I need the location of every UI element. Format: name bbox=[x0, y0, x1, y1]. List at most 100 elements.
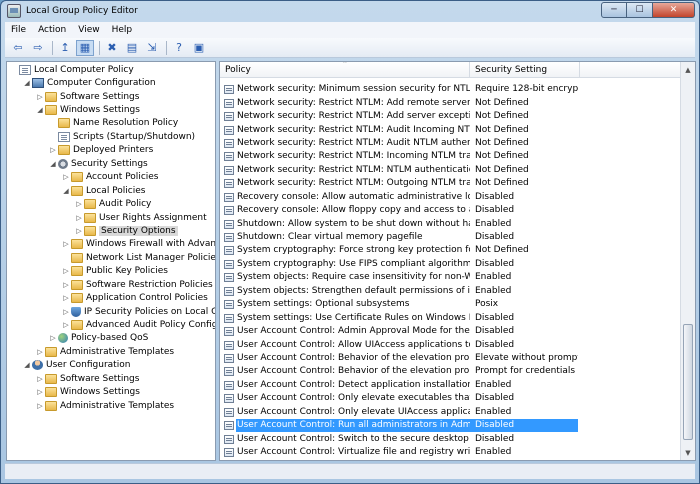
menu-help[interactable]: Help bbox=[106, 25, 139, 35]
view-icon[interactable]: ▣ bbox=[190, 40, 208, 56]
help-icon[interactable]: ? bbox=[170, 40, 188, 56]
tree-item[interactable]: ◢ Computer Configuration bbox=[7, 76, 215, 89]
tree-expander-icon[interactable]: ▷ bbox=[74, 227, 84, 235]
policy-row[interactable]: User Account Control: Switch to the secu… bbox=[220, 432, 680, 445]
policy-row[interactable]: System settings: Optional subsystems Posi… bbox=[220, 298, 680, 311]
policy-row[interactable]: Network security: Minimum session securi… bbox=[220, 83, 680, 96]
policy-row[interactable]: User Account Control: Only elevate UIAcc… bbox=[220, 406, 680, 419]
tree-expander-icon[interactable]: ▷ bbox=[61, 308, 71, 316]
tree-expander-icon[interactable]: ▷ bbox=[35, 93, 45, 101]
scroll-up-arrow[interactable]: ▲ bbox=[681, 62, 695, 77]
maximize-button[interactable]: ☐ bbox=[627, 2, 653, 18]
tree-expander-icon[interactable]: ◢ bbox=[61, 187, 71, 195]
tree-expander-icon[interactable]: ◢ bbox=[48, 160, 58, 168]
vertical-scrollbar[interactable]: ▲ ▼ bbox=[680, 62, 695, 460]
policy-row[interactable]: System objects: Require case insensitivi… bbox=[220, 271, 680, 284]
policy-row[interactable]: Network security: Restrict NTLM: Incomin… bbox=[220, 150, 680, 163]
policy-row[interactable]: User Account Control: Only elevate execu… bbox=[220, 392, 680, 405]
tree-item[interactable]: ◢ User Configuration bbox=[7, 359, 215, 372]
navigation-tree[interactable]: Local Computer Policy ◢ Computer Configura… bbox=[6, 61, 216, 461]
tree-item[interactable]: ▷ Policy-based QoS bbox=[7, 332, 215, 345]
tree-item[interactable]: ▷ Windows Firewall with Advanced Se bbox=[7, 238, 215, 251]
tree-expander-icon[interactable]: ▷ bbox=[61, 240, 71, 248]
tree-expander-icon[interactable]: ▷ bbox=[61, 267, 71, 275]
tree-item[interactable]: ▷ Administrative Templates bbox=[7, 345, 215, 358]
policy-row[interactable]: User Account Control: Detect application… bbox=[220, 379, 680, 392]
tree-item[interactable]: Network List Manager Policies bbox=[7, 251, 215, 264]
tree-item[interactable]: ◢ Local Policies bbox=[7, 184, 215, 197]
policy-row[interactable]: System cryptography: Force strong key pr… bbox=[220, 244, 680, 257]
tree-item[interactable]: ▷ Application Control Policies bbox=[7, 291, 215, 304]
tree-item[interactable]: Scripts (Startup/Shutdown) bbox=[7, 130, 215, 143]
tree-expander-icon[interactable]: ▷ bbox=[35, 348, 45, 356]
scroll-down-arrow[interactable]: ▼ bbox=[681, 445, 695, 460]
tree-item[interactable]: ◢ Security Settings bbox=[7, 157, 215, 170]
tree-item[interactable]: ▷ Security Options bbox=[7, 224, 215, 237]
tree-expander-icon[interactable]: ▷ bbox=[35, 375, 45, 383]
properties-icon[interactable]: ▤ bbox=[123, 40, 141, 56]
policy-row[interactable]: User Account Control: Allow UIAccess app… bbox=[220, 338, 680, 351]
scroll-thumb[interactable] bbox=[683, 324, 693, 440]
tree-item[interactable]: ▷ IP Security Policies on Local Compu bbox=[7, 305, 215, 318]
title-bar[interactable]: Local Group Policy Editor ─ ☐ ✕ bbox=[1, 1, 699, 21]
tree-expander-icon[interactable]: ▷ bbox=[48, 334, 58, 342]
tree-expander-icon[interactable]: ▷ bbox=[48, 146, 58, 154]
export-list-icon[interactable]: ⇲ bbox=[143, 40, 161, 56]
policy-row[interactable]: Network security: Restrict NTLM: Add ser… bbox=[220, 110, 680, 123]
tree-item[interactable]: Name Resolution Policy bbox=[7, 117, 215, 130]
policy-row[interactable]: User Account Control: Virtualize file an… bbox=[220, 446, 680, 459]
tree-item[interactable]: ▷ Deployed Printers bbox=[7, 144, 215, 157]
tree-item[interactable]: ▷ Software Settings bbox=[7, 90, 215, 103]
tree-item[interactable]: Local Computer Policy bbox=[7, 63, 215, 76]
tree-expander-icon[interactable]: ◢ bbox=[22, 79, 32, 87]
tree-item[interactable]: ◢ Windows Settings bbox=[7, 103, 215, 116]
policy-row[interactable]: User Account Control: Run all administra… bbox=[220, 419, 680, 433]
minimize-button[interactable]: ─ bbox=[601, 2, 627, 18]
policy-row[interactable]: Network security: Restrict NTLM: NTLM au… bbox=[220, 164, 680, 177]
policy-row[interactable]: User Account Control: Admin Approval Mod… bbox=[220, 325, 680, 338]
tree-expander-icon[interactable]: ▷ bbox=[61, 321, 71, 329]
tree-expander-icon[interactable]: ▷ bbox=[61, 294, 71, 302]
tree-expander-icon[interactable]: ◢ bbox=[22, 361, 32, 369]
policy-row[interactable]: Network security: Restrict NTLM: Outgoin… bbox=[220, 177, 680, 190]
tree-expander-icon[interactable]: ◢ bbox=[35, 106, 45, 114]
policy-row[interactable]: User Account Control: Behavior of the el… bbox=[220, 365, 680, 378]
policy-row[interactable]: Network security: Restrict NTLM: Add rem… bbox=[220, 96, 680, 109]
back-arrow-icon[interactable]: ⇦ bbox=[9, 40, 27, 56]
policy-row[interactable]: System settings: Use Certificate Rules o… bbox=[220, 311, 680, 324]
tree-expander-icon[interactable]: ▷ bbox=[35, 388, 45, 396]
policy-row[interactable]: Recovery console: Allow floppy copy and … bbox=[220, 204, 680, 217]
policy-row[interactable]: Shutdown: Allow system to be shut down w… bbox=[220, 217, 680, 230]
tree-item[interactable]: ▷ Administrative Templates bbox=[7, 399, 215, 412]
up-folder-icon[interactable]: ↥ bbox=[56, 40, 74, 56]
tree-item[interactable]: ▷ User Rights Assignment bbox=[7, 211, 215, 224]
policy-row[interactable]: Network security: Restrict NTLM: Audit N… bbox=[220, 137, 680, 150]
tree-item[interactable]: ▷ Public Key Policies bbox=[7, 265, 215, 278]
tree-item[interactable]: ▷ Audit Policy bbox=[7, 197, 215, 210]
column-security-setting[interactable]: Security Setting bbox=[470, 62, 580, 78]
policy-row[interactable]: Network security: Restrict NTLM: Audit I… bbox=[220, 123, 680, 136]
policy-row[interactable]: User Account Control: Behavior of the el… bbox=[220, 352, 680, 365]
policy-row[interactable]: System cryptography: Use FIPS compliant … bbox=[220, 258, 680, 271]
menu-file[interactable]: File bbox=[5, 25, 32, 35]
tree-expander-icon[interactable]: ▷ bbox=[61, 173, 71, 181]
menu-view[interactable]: View bbox=[72, 25, 105, 35]
tree-expander-icon[interactable]: ▷ bbox=[35, 402, 45, 410]
tree-expander-icon[interactable]: ▷ bbox=[61, 281, 71, 289]
tree-expander-icon[interactable]: ▷ bbox=[74, 200, 84, 208]
tree-item[interactable]: ▷ Software Settings bbox=[7, 372, 215, 385]
tree-item[interactable]: ▷ Advanced Audit Policy Configurati bbox=[7, 318, 215, 331]
policy-row[interactable]: System objects: Strengthen default permi… bbox=[220, 285, 680, 298]
close-button[interactable]: ✕ bbox=[653, 2, 695, 18]
forward-arrow-icon[interactable]: ⇨ bbox=[29, 40, 47, 56]
tree-item[interactable]: ▷ Windows Settings bbox=[7, 386, 215, 399]
tree-item[interactable]: ▷ Account Policies bbox=[7, 171, 215, 184]
policy-row[interactable]: Shutdown: Clear virtual memory pagefile D… bbox=[220, 231, 680, 244]
delete-icon[interactable]: ✖ bbox=[103, 40, 121, 56]
tree-item-label: Advanced Audit Policy Configurati bbox=[86, 320, 215, 331]
tree-item[interactable]: ▷ Software Restriction Policies bbox=[7, 278, 215, 291]
tree-expander-icon[interactable]: ▷ bbox=[74, 214, 84, 222]
policy-row[interactable]: Recovery console: Allow automatic admini… bbox=[220, 191, 680, 204]
menu-action[interactable]: Action bbox=[32, 25, 72, 35]
show-hide-tree-icon[interactable]: ▦ bbox=[76, 39, 94, 56]
